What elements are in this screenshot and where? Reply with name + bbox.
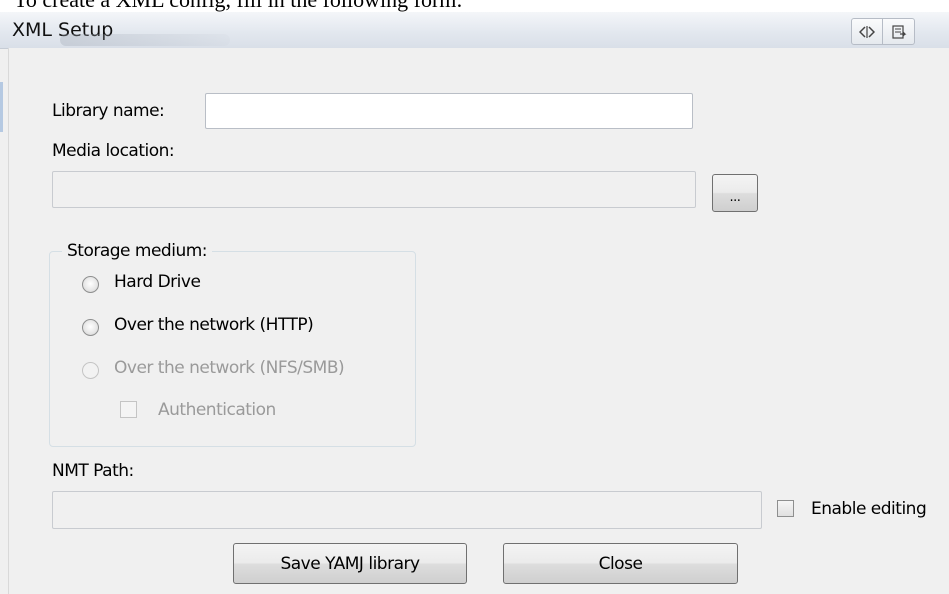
media-location-label: Media location: — [52, 141, 175, 161]
library-name-field[interactable] — [205, 93, 693, 129]
nmt-path-field — [52, 491, 762, 529]
media-location-input — [53, 172, 695, 207]
radio-hard-drive[interactable] — [82, 276, 99, 293]
storage-medium-legend: Storage medium: — [62, 241, 213, 261]
save-yamj-library-button[interactable]: Save YAMJ library — [233, 543, 467, 584]
radio-hard-drive-label[interactable]: Hard Drive — [114, 272, 201, 292]
authentication-checkbox — [120, 401, 137, 418]
window-edge-accent — [0, 82, 3, 132]
export-icon[interactable] — [883, 18, 915, 45]
code-view-icon[interactable] — [851, 18, 883, 45]
library-name-label: Library name: — [52, 101, 165, 121]
enable-editing-checkbox[interactable] — [777, 500, 794, 517]
browse-button[interactable]: ... — [712, 174, 758, 212]
title-bar: XML Setup — [0, 12, 949, 49]
intro-text: To create a XML config, fill in the foll… — [14, 0, 949, 12]
enable-editing-label[interactable]: Enable editing — [811, 499, 927, 519]
radio-nfs-smb-label: Over the network (NFS/SMB) — [114, 358, 345, 378]
nmt-path-label: NMT Path: — [52, 461, 134, 481]
close-button[interactable]: Close — [503, 543, 738, 584]
radio-nfs-smb — [82, 362, 99, 379]
radio-http-label[interactable]: Over the network (HTTP) — [114, 315, 314, 335]
media-location-field — [52, 171, 696, 208]
title-subtitle-blur — [60, 34, 230, 46]
xml-setup-window: XML Setup Library name: Media location: … — [0, 12, 949, 594]
library-name-input[interactable] — [206, 94, 692, 128]
nmt-path-input — [53, 492, 761, 528]
authentication-label: Authentication — [158, 400, 276, 420]
radio-http[interactable] — [82, 319, 99, 336]
